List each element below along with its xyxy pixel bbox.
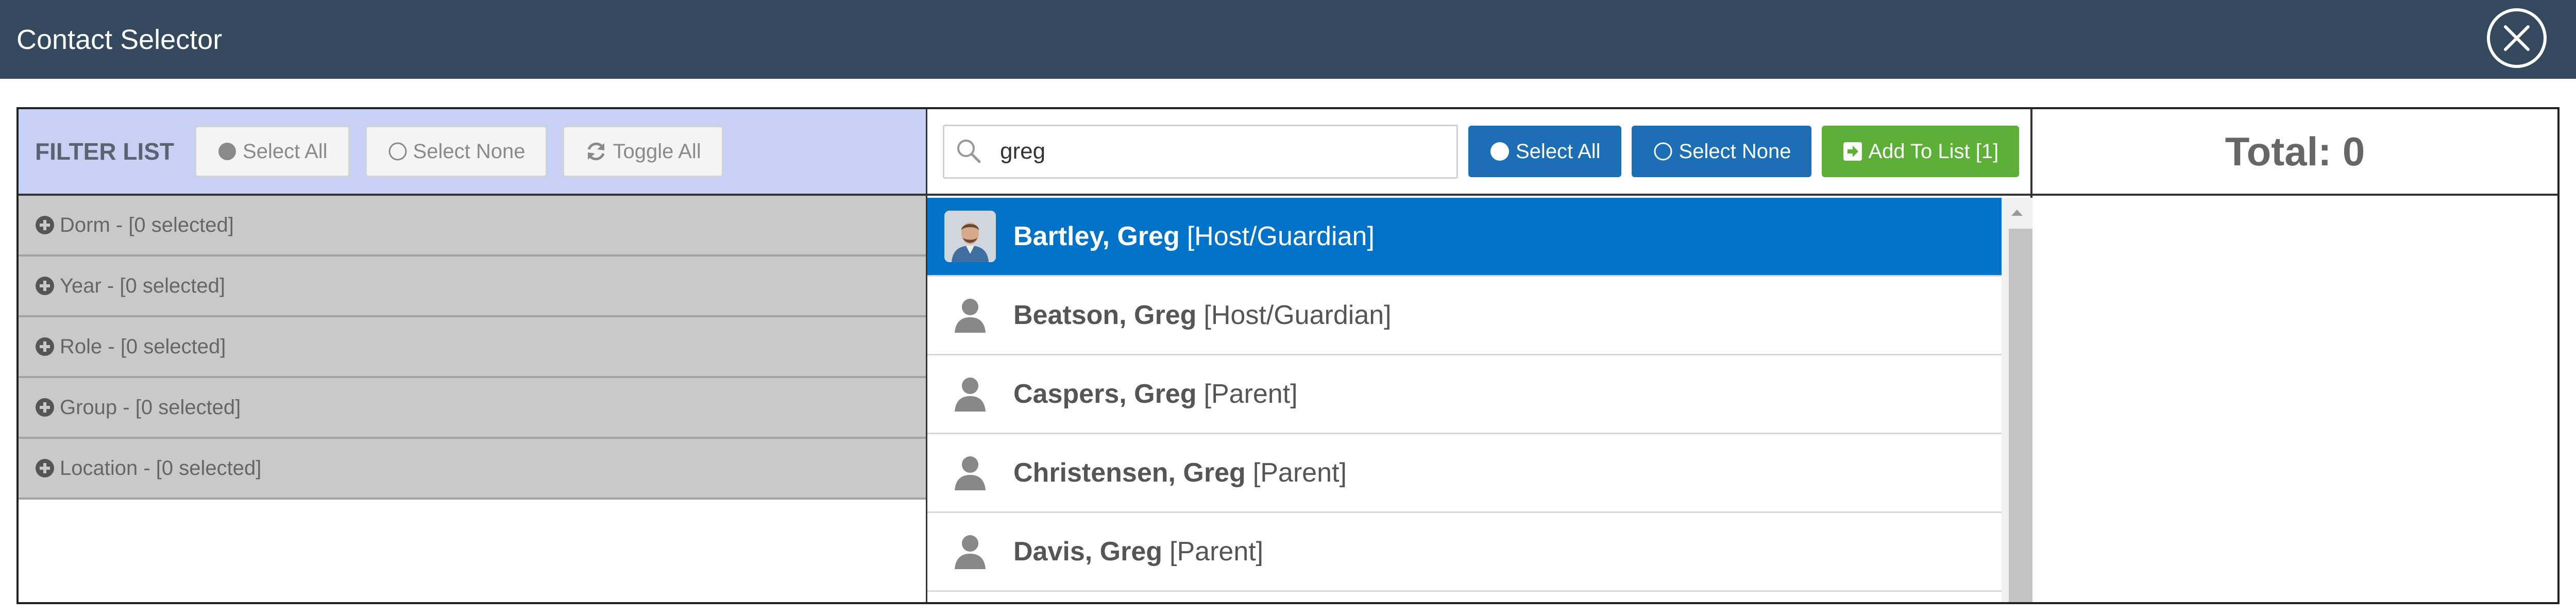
contact-role: [Host/Guardian] xyxy=(1187,221,1375,251)
plus-circle-icon xyxy=(35,276,55,296)
contact-name: Beatson, Greg xyxy=(1013,300,1197,330)
results-list: Bartley, Greg [Host/Guardian] Beatson, G… xyxy=(927,198,2002,602)
results-select-all-button[interactable]: Select All xyxy=(1468,126,1621,177)
filter-row-label: Dorm - [0 selected] xyxy=(60,213,234,236)
result-row-selected[interactable]: Bartley, Greg [Host/Guardian] xyxy=(927,198,2002,277)
filled-circle-icon xyxy=(217,141,238,162)
filter-row-dorm[interactable]: Dorm - [0 selected] xyxy=(19,196,926,256)
title-bar: Contact Selector xyxy=(0,0,2576,79)
close-icon xyxy=(2487,8,2547,68)
result-row[interactable]: Christensen, Greg [Parent] xyxy=(927,434,2002,513)
plus-circle-icon xyxy=(35,337,55,356)
person-icon xyxy=(943,367,997,421)
plus-circle-icon xyxy=(35,215,55,235)
result-row[interactable]: Beatson, Greg [Host/Guardian] xyxy=(927,277,2002,355)
filled-circle-icon xyxy=(1489,141,1511,162)
contact-role: [Host/Guardian] xyxy=(1204,300,1392,330)
contact-name: Bartley, Greg xyxy=(1013,221,1180,251)
filter-row-role[interactable]: Role - [0 selected] xyxy=(19,317,926,378)
search-icon xyxy=(957,140,981,163)
filter-row-location[interactable]: Location - [0 selected] xyxy=(19,439,926,500)
results-select-all-label: Select All xyxy=(1516,140,1601,163)
filter-panel: FILTER LIST Select All Select None Toggl… xyxy=(19,109,927,602)
filter-row-label: Role - [0 selected] xyxy=(60,335,226,358)
contact-name: Christensen, Greg xyxy=(1013,458,1246,488)
total-panel: Total: 0 xyxy=(2032,109,2557,602)
search-box[interactable] xyxy=(943,124,1458,179)
results-select-none-label: Select None xyxy=(1679,140,1791,163)
empty-circle-icon xyxy=(1652,141,1674,162)
contact-role: [Parent] xyxy=(1204,379,1298,409)
filter-toggle-all-button[interactable]: Toggle All xyxy=(563,126,723,177)
filter-header: FILTER LIST Select All Select None Toggl… xyxy=(19,109,926,196)
results-header: Select All Select None Add To List [1] xyxy=(927,109,2030,196)
scrollbar-thumb[interactable] xyxy=(2009,229,2032,602)
filter-row-group[interactable]: Group - [0 selected] xyxy=(19,378,926,439)
close-button[interactable] xyxy=(2486,7,2548,69)
result-row[interactable]: Caspers, Greg [Parent] xyxy=(927,355,2002,434)
filter-row-label: Group - [0 selected] xyxy=(60,396,241,419)
plus-circle-icon xyxy=(35,398,55,417)
person-icon xyxy=(943,525,997,579)
add-to-list-button[interactable]: Add To List [1] xyxy=(1822,126,2020,177)
contact-name: Caspers, Greg xyxy=(1013,379,1197,409)
avatar xyxy=(943,210,997,264)
empty-circle-icon xyxy=(387,141,408,162)
filter-select-all-label: Select All xyxy=(243,140,328,163)
filter-list-title: FILTER LIST xyxy=(35,138,175,165)
contact-role: [Parent] xyxy=(1252,458,1347,488)
window-title: Contact Selector xyxy=(16,24,223,55)
filter-row-year[interactable]: Year - [0 selected] xyxy=(19,256,926,317)
filter-select-none-button[interactable]: Select None xyxy=(365,126,548,177)
filter-select-all-button[interactable]: Select All xyxy=(195,126,350,177)
total-count: Total: 0 xyxy=(2032,109,2557,196)
person-icon xyxy=(943,446,997,500)
search-input[interactable] xyxy=(999,138,1437,165)
filter-select-none-label: Select None xyxy=(413,140,526,163)
contact-role: [Parent] xyxy=(1170,537,1264,567)
results-panel: Select All Select None Add To List [1] xyxy=(927,109,2032,602)
results-select-none-button[interactable]: Select None xyxy=(1631,126,1812,177)
person-icon xyxy=(943,288,997,343)
result-row[interactable]: Davis, Greg [Parent] xyxy=(927,513,2002,592)
contact-photo xyxy=(944,211,996,262)
scroll-up-arrow-icon[interactable] xyxy=(2002,198,2032,228)
filter-row-label: Year - [0 selected] xyxy=(60,274,225,297)
filter-toggle-all-label: Toggle All xyxy=(613,140,701,163)
sign-in-arrow-icon xyxy=(1842,141,1863,162)
plus-circle-icon xyxy=(35,458,55,478)
results-scrollbar[interactable] xyxy=(2002,198,2032,602)
contact-selector-frame: FILTER LIST Select All Select None Toggl… xyxy=(16,107,2560,604)
add-to-list-label: Add To List [1] xyxy=(1868,140,1999,163)
filter-row-label: Location - [0 selected] xyxy=(60,456,262,480)
contact-name: Davis, Greg xyxy=(1013,537,1163,567)
refresh-icon xyxy=(585,140,607,163)
